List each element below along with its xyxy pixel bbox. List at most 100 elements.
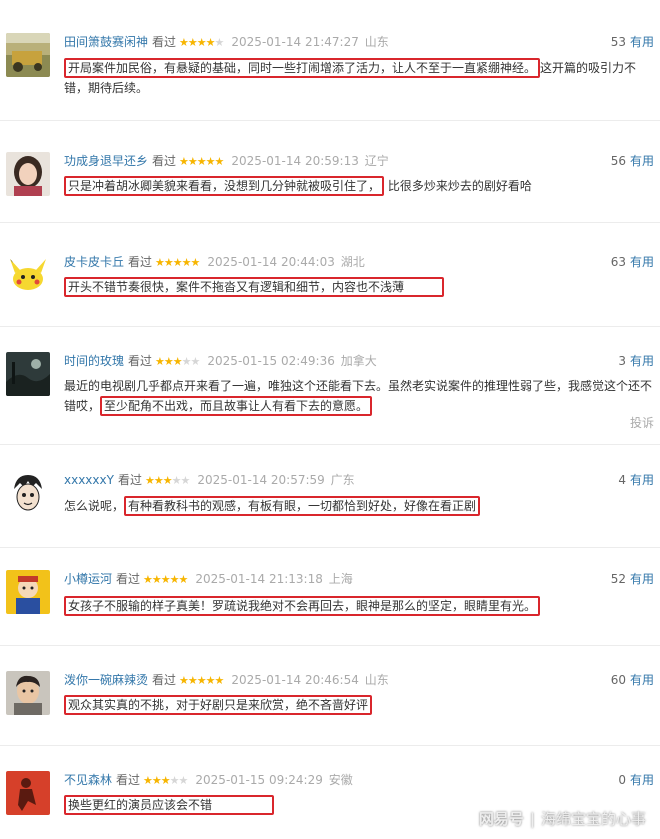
- star-icon: ★: [172, 355, 183, 368]
- useful-button[interactable]: 有用: [630, 572, 654, 586]
- review-text: 开头不错节奏很快，案件不拖沓又有逻辑和细节，内容也不浅薄: [64, 277, 656, 297]
- highlighted-text: 换些更红的演员应该会不错: [64, 795, 275, 815]
- star-icon: ★: [179, 155, 189, 168]
- star-icon: ★: [187, 155, 198, 168]
- watermark-separator: |: [529, 810, 535, 828]
- red-figure-icon[interactable]: [6, 771, 50, 815]
- review-date: 2025-01-15 09:24:29: [195, 773, 323, 787]
- star-icon: ★: [178, 573, 189, 586]
- highlighted-text: 有种看教科书的观感，有板有眼，一切都恰到好处，好像在看正剧: [124, 496, 481, 516]
- divider: [0, 745, 660, 746]
- useful-votes[interactable]: 63 有用: [611, 253, 654, 271]
- watched-label: 看过: [152, 154, 177, 168]
- star-icon: ★: [155, 355, 165, 368]
- highlighted-text: 观众其实真的不挑，对于好剧只是来欣赏，绝不吝啬好评: [64, 695, 373, 715]
- useful-votes[interactable]: 52 有用: [611, 570, 654, 588]
- field-scene-icon[interactable]: [6, 33, 50, 77]
- star-icon: ★: [143, 774, 153, 787]
- divider: [0, 645, 660, 646]
- star-empty-icon: ★: [214, 36, 225, 49]
- vote-count: 0: [618, 773, 626, 787]
- useful-votes[interactable]: 56 有用: [611, 152, 654, 170]
- useful-button[interactable]: 有用: [630, 773, 654, 787]
- highlighted-text: 只是冲着胡冰卿美貌来看看，没想到几分钟就被吸引住了，: [64, 176, 385, 196]
- star-icon: ★: [205, 155, 216, 168]
- rating-stars: ★★★★★: [143, 774, 188, 787]
- review-text: 观众其实真的不挑，对于好剧只是来欣赏，绝不吝啬好评: [64, 695, 656, 715]
- username-link[interactable]: 不见森林: [64, 773, 112, 787]
- useful-votes[interactable]: 3 有用: [618, 352, 654, 370]
- star-icon: ★: [151, 774, 162, 787]
- dark-landscape-icon[interactable]: [6, 352, 50, 396]
- vote-count: 56: [610, 154, 626, 168]
- star-icon: ★: [187, 36, 198, 49]
- review-text: 只是冲着胡冰卿美貌来看看，没想到几分钟就被吸引住了， 比很多炒来炒去的剧好看哈: [64, 176, 656, 196]
- cartoon-character-icon[interactable]: [6, 570, 50, 614]
- star-icon: ★: [190, 256, 201, 269]
- username-link[interactable]: 小樽运河: [64, 572, 112, 586]
- star-icon: ★: [155, 256, 165, 269]
- review-date: 2025-01-14 20:59:13: [231, 154, 359, 168]
- star-icon: ★: [181, 256, 192, 269]
- pikachu-icon[interactable]: [6, 253, 50, 297]
- review-date: 2025-01-14 20:57:59: [197, 473, 325, 487]
- useful-button[interactable]: 有用: [630, 35, 654, 49]
- watched-label: 看过: [152, 673, 177, 687]
- review-location: 湖北: [340, 255, 365, 269]
- review-header: 功成身退早还乡 看过 ★★★★★ 2025-01-14 20:59:13 辽宁: [64, 152, 389, 170]
- useful-button[interactable]: 有用: [630, 255, 654, 269]
- review-date: 2025-01-14 21:47:27: [231, 35, 359, 49]
- review-text: 开局案件加民俗，有悬疑的基础，同时一些打闹增添了活力，让人不至于一直紧绷神经。这…: [64, 58, 656, 98]
- highlighted-text: 至少配角不出戏，而且故事让人有看下去的意愿。: [100, 396, 373, 416]
- star-icon: ★: [160, 573, 171, 586]
- star-icon: ★: [196, 155, 207, 168]
- useful-votes[interactable]: 0 有用: [618, 771, 654, 789]
- username-link[interactable]: xxxxxxY: [64, 473, 114, 487]
- useful-button[interactable]: 有用: [630, 473, 654, 487]
- review-location: 辽宁: [364, 154, 389, 168]
- useful-button[interactable]: 有用: [630, 354, 654, 368]
- divider: [0, 444, 660, 445]
- vote-count: 3: [618, 354, 626, 368]
- username-link[interactable]: 田间箫鼓赛闲神: [64, 35, 148, 49]
- divider: [0, 120, 660, 121]
- review-location: 山东: [364, 673, 389, 687]
- star-icon: ★: [179, 674, 189, 687]
- cartoon-face-icon[interactable]: [6, 471, 50, 515]
- watched-label: 看过: [128, 255, 153, 269]
- watermark: 网易号 | 海绵宝宝的心事: [479, 808, 646, 829]
- star-icon: ★: [205, 674, 216, 687]
- rating-stars: ★★★★★: [179, 674, 224, 687]
- watched-label: 看过: [116, 773, 141, 787]
- username-link[interactable]: 泼你一碗麻辣烫: [64, 673, 148, 687]
- report-link[interactable]: 投诉: [630, 414, 654, 431]
- star-icon: ★: [163, 256, 174, 269]
- useful-button[interactable]: 有用: [630, 154, 654, 168]
- vote-count: 4: [618, 473, 626, 487]
- username-link[interactable]: 时间的玫瑰: [64, 354, 124, 368]
- highlighted-text: 开头不错节奏很快，案件不拖沓又有逻辑和细节，内容也不浅薄: [64, 277, 445, 297]
- star-icon: ★: [205, 36, 216, 49]
- review-location: 安徽: [328, 773, 353, 787]
- review-date: 2025-01-14 20:46:54: [231, 673, 359, 687]
- woman-portrait-icon[interactable]: [6, 152, 50, 196]
- divider: [0, 547, 660, 548]
- useful-votes[interactable]: 53 有用: [611, 33, 654, 51]
- man-portrait-icon[interactable]: [6, 671, 50, 715]
- useful-button[interactable]: 有用: [630, 673, 654, 687]
- watched-label: 看过: [152, 35, 177, 49]
- star-icon: ★: [169, 573, 180, 586]
- useful-votes[interactable]: 60 有用: [611, 671, 654, 689]
- review-header: 皮卡皮卡丘 看过 ★★★★★ 2025-01-14 20:44:03 湖北: [64, 253, 365, 271]
- review-date: 2025-01-14 21:13:18: [195, 572, 323, 586]
- useful-votes[interactable]: 4 有用: [618, 471, 654, 489]
- username-link[interactable]: 皮卡皮卡丘: [64, 255, 124, 269]
- watermark-brand: 网易号: [478, 810, 524, 828]
- username-link[interactable]: 功成身退早还乡: [64, 154, 148, 168]
- review-location: 加拿大: [340, 354, 377, 368]
- divider: [0, 326, 660, 327]
- rating-stars: ★★★★★: [143, 573, 189, 586]
- divider: [0, 222, 660, 223]
- rating-stars: ★★★★★: [179, 36, 225, 49]
- star-icon: ★: [144, 474, 155, 487]
